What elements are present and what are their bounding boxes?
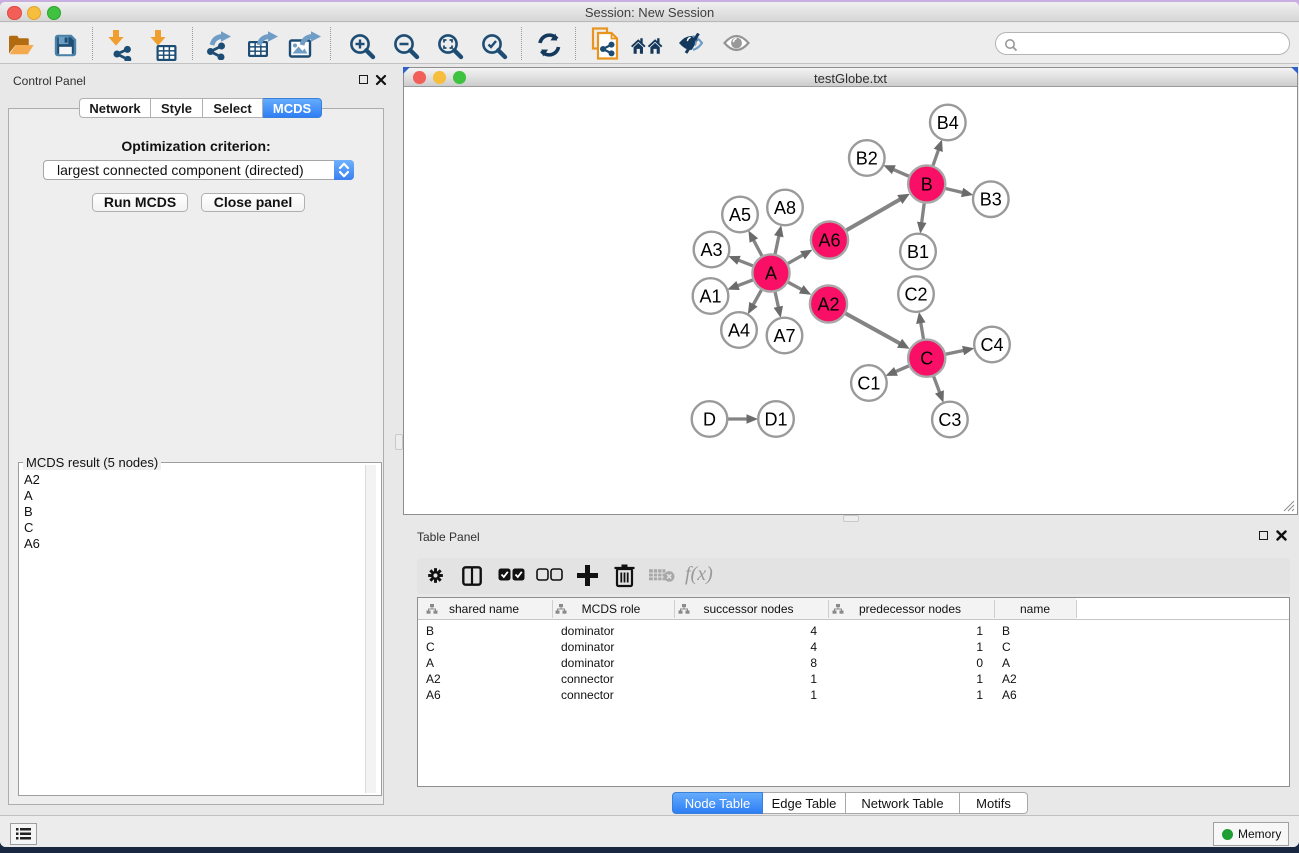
svg-text:A5: A5 (729, 205, 751, 225)
svg-text:B3: B3 (980, 190, 1002, 210)
svg-text:C2: C2 (904, 284, 927, 304)
svg-text:B4: B4 (937, 113, 959, 133)
svg-text:C: C (920, 349, 933, 369)
svg-text:C3: C3 (938, 410, 961, 430)
svg-text:B1: B1 (907, 242, 929, 262)
svg-text:A: A (765, 263, 777, 283)
svg-text:B2: B2 (856, 148, 878, 168)
svg-text:A4: A4 (728, 320, 750, 340)
svg-text:C1: C1 (857, 373, 880, 393)
svg-text:A7: A7 (773, 326, 795, 346)
svg-text:D1: D1 (764, 409, 787, 429)
svg-text:A2: A2 (817, 294, 839, 314)
svg-text:A1: A1 (699, 286, 721, 306)
svg-text:C4: C4 (980, 335, 1003, 355)
svg-text:D: D (703, 409, 716, 429)
svg-text:A8: A8 (774, 198, 796, 218)
svg-text:A6: A6 (818, 230, 840, 250)
svg-text:A3: A3 (700, 240, 722, 260)
svg-text:B: B (921, 174, 933, 194)
